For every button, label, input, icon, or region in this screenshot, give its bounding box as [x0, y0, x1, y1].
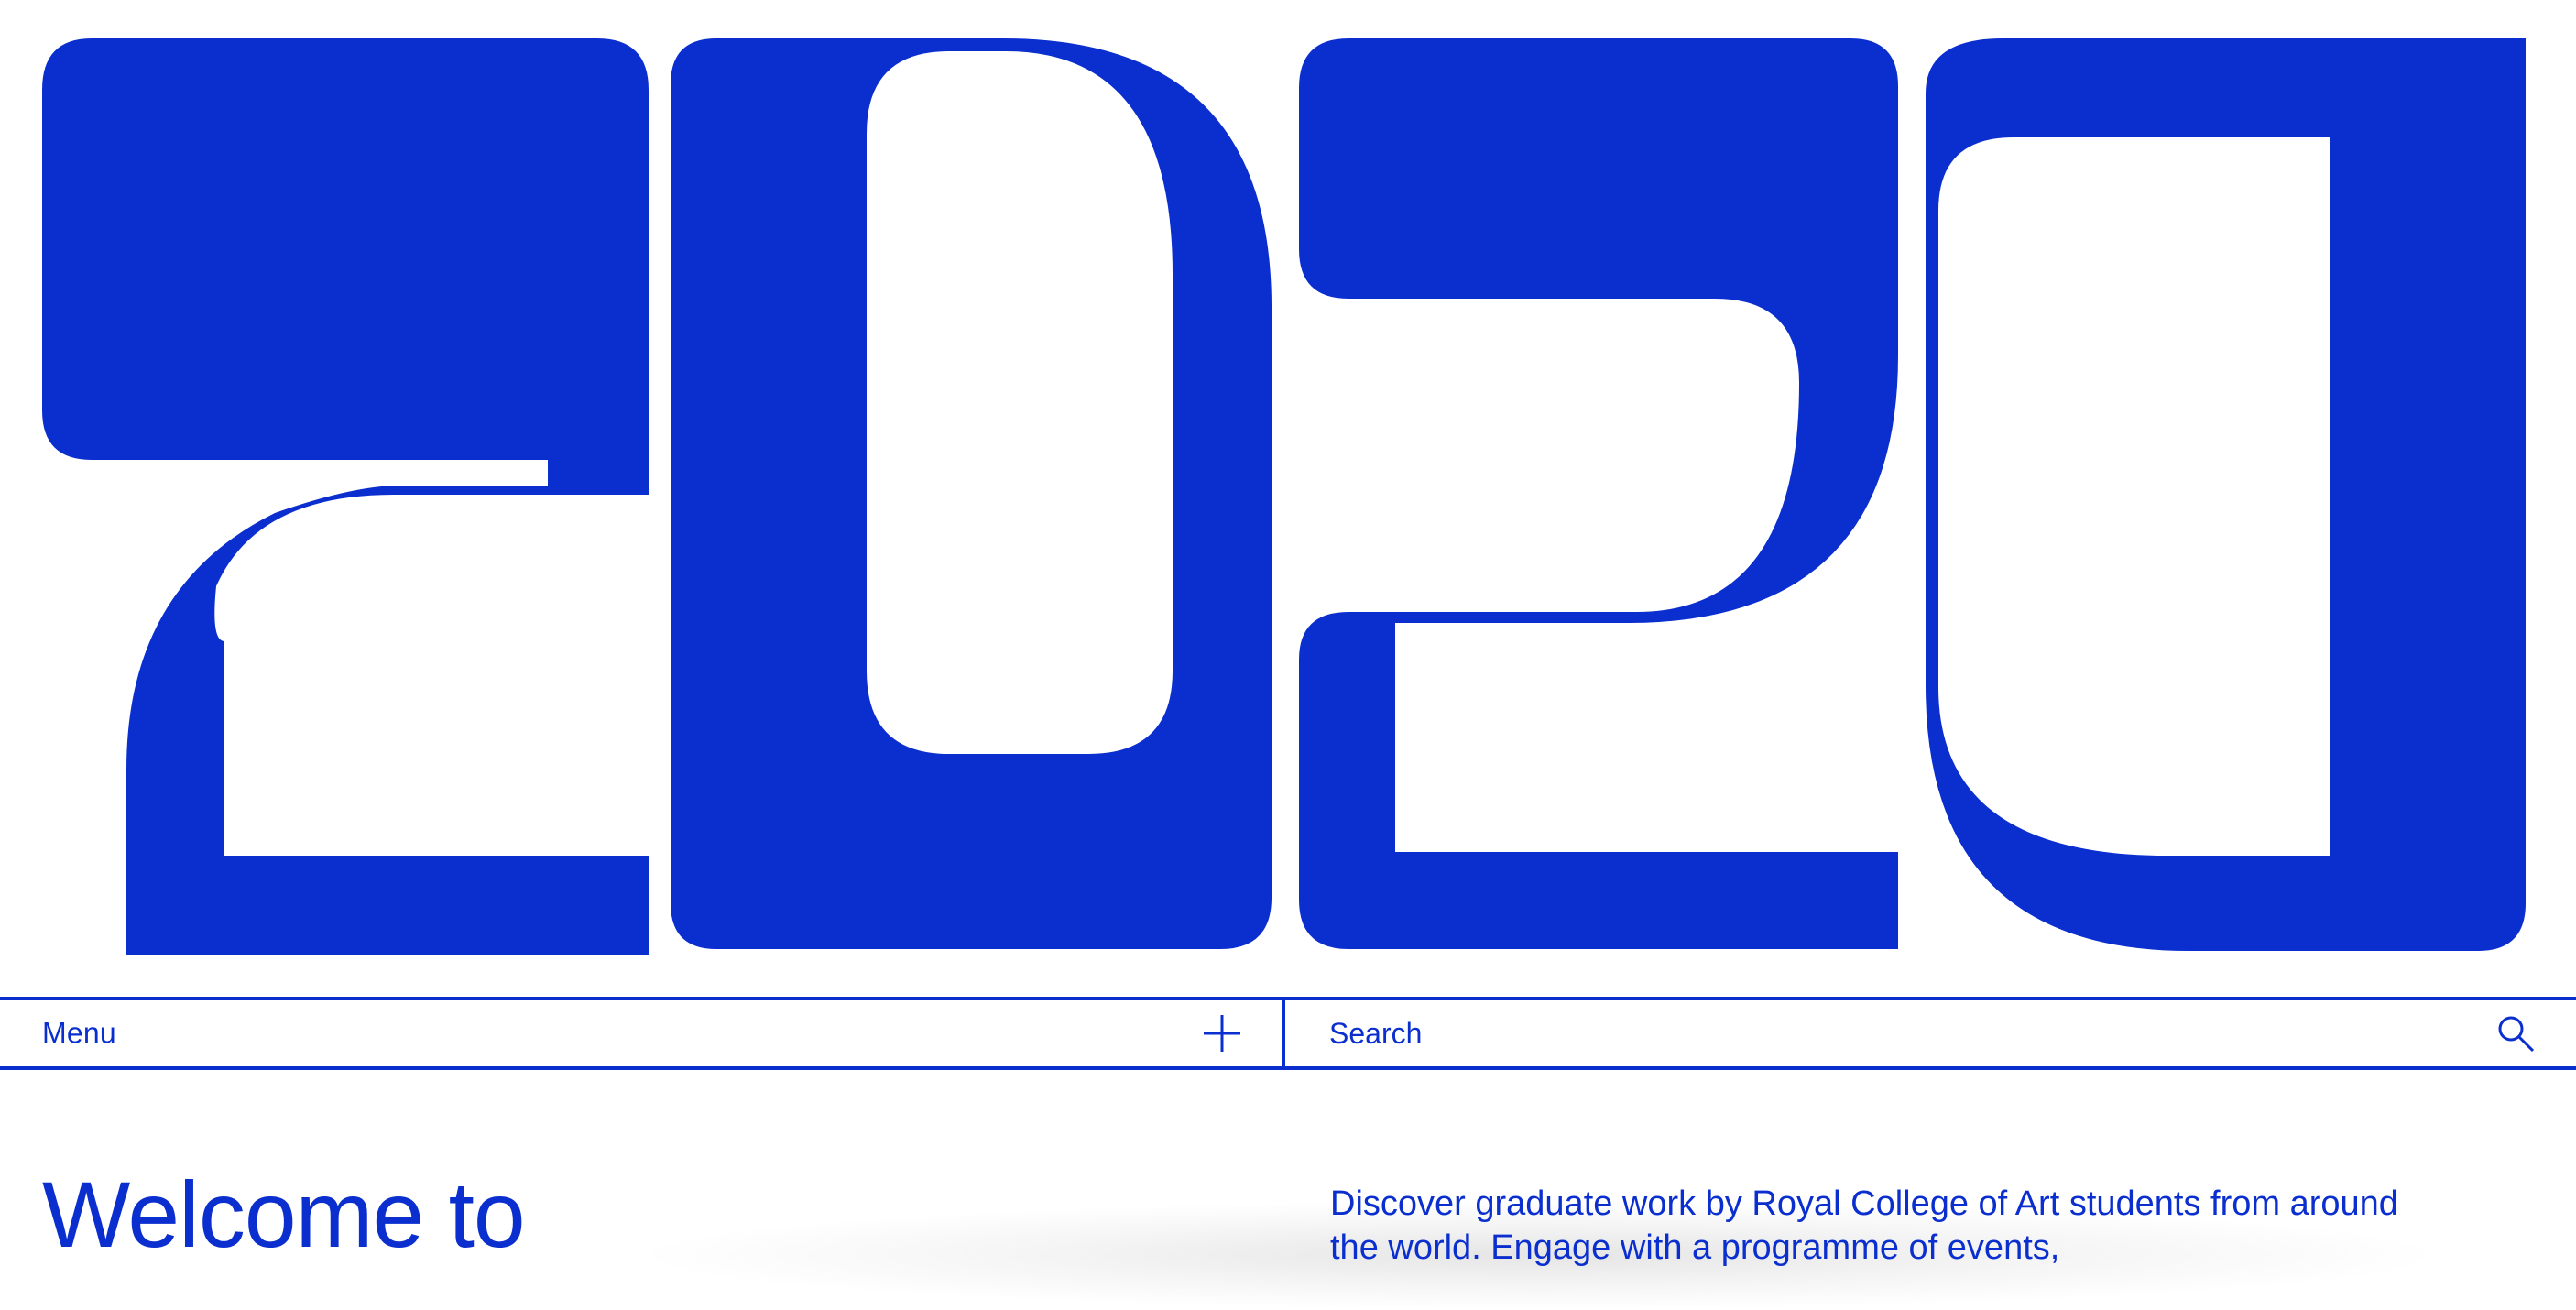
plus-icon — [1204, 1015, 1240, 1052]
top-navigation-bar: Menu — [0, 997, 2576, 1070]
search-bar — [1285, 1000, 2576, 1066]
welcome-heading: Welcome to — [42, 1163, 526, 1267]
intro-paragraph: Discover graduate work by Royal College … — [1330, 1184, 2398, 1267]
search-input[interactable] — [1329, 1000, 2447, 1066]
menu-label: Menu — [42, 1016, 116, 1050]
menu-button[interactable]: Menu — [0, 1000, 1285, 1066]
digit-2-first — [42, 38, 649, 955]
hero-2020-logo — [0, 0, 2576, 997]
digit-2-second — [1299, 38, 1898, 949]
digit-0-second — [1926, 38, 2526, 951]
numerals-2020-graphic — [42, 38, 2526, 955]
search-icon[interactable] — [2495, 1013, 2536, 1053]
digit-0-first — [671, 38, 1272, 949]
